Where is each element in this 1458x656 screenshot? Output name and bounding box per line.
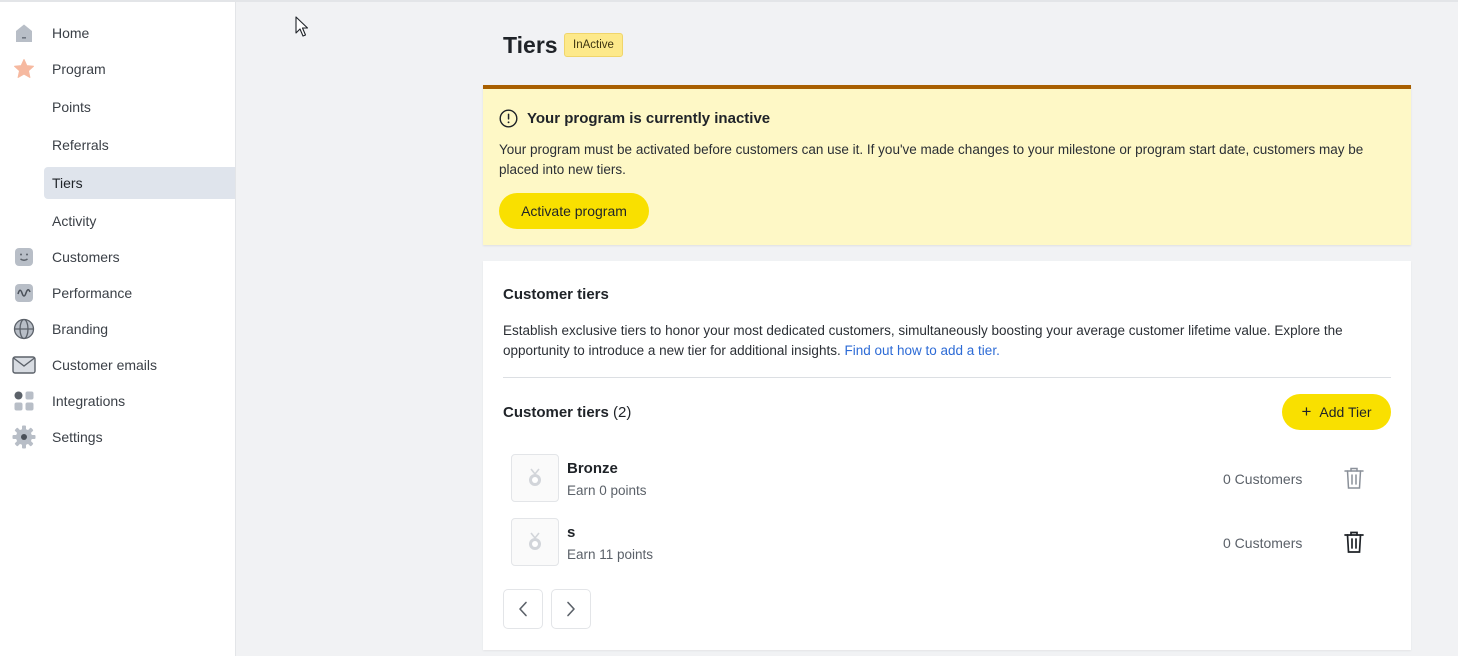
previous-page-button[interactable] <box>503 589 543 629</box>
activate-program-button[interactable]: Activate program <box>499 193 649 229</box>
add-tier-help-link[interactable]: Find out how to add a tier. <box>844 343 999 358</box>
add-tier-label: Add Tier <box>1319 404 1372 420</box>
trash-icon[interactable] <box>1343 530 1365 554</box>
star-icon <box>12 58 36 80</box>
chevron-left-icon <box>519 601 527 617</box>
warning-icon <box>499 109 518 128</box>
sidebar-item-home[interactable]: Home <box>0 17 236 49</box>
grid-icon <box>12 390 36 412</box>
chevron-right-icon <box>567 601 575 617</box>
sidebar-item-label: Customers <box>52 249 120 265</box>
mail-icon <box>12 354 36 376</box>
sidebar-item-branding[interactable]: Branding <box>0 313 236 345</box>
sidebar-item-label: Activity <box>52 213 97 229</box>
sidebar-item-program[interactable]: Program <box>0 53 236 85</box>
sidebar-item-tiers[interactable]: Tiers <box>44 167 235 199</box>
tiers-list-title: Customer tiers <box>503 404 609 421</box>
sidebar-item-label: Performance <box>52 285 133 301</box>
tier-customer-count: 0 Customers <box>1223 535 1303 551</box>
card-description: Establish exclusive tiers to honor your … <box>503 321 1393 361</box>
home-icon <box>12 22 36 44</box>
sidebar-item-label: Home <box>52 25 90 41</box>
sidebar-item-points[interactable]: Points <box>0 91 236 123</box>
sidebar-item-label: Points <box>52 99 91 115</box>
tiers-count: (2) <box>613 404 632 421</box>
sidebar-item-integrations[interactable]: Integrations <box>0 385 236 417</box>
sidebar-item-label: Customer emails <box>52 357 158 373</box>
sidebar-item-label: Settings <box>52 429 103 445</box>
medal-icon <box>529 532 541 550</box>
tier-image <box>511 518 559 566</box>
mouse-cursor-icon <box>295 16 309 37</box>
tier-row[interactable]: Bronze Earn 0 points 0 Customers <box>511 454 1371 502</box>
smile-icon <box>12 246 36 268</box>
sidebar-item-customer-emails[interactable]: Customer emails <box>0 349 236 381</box>
tiers-list-heading: Customer tiers (2) <box>503 404 631 421</box>
alert-title: Your program is currently inactive <box>527 110 771 127</box>
sidebar-item-activity[interactable]: Activity <box>0 205 236 237</box>
tier-points: Earn 0 points <box>567 483 647 498</box>
alert-body: Your program must be activated before cu… <box>499 142 1364 177</box>
sidebar-item-customers[interactable]: Customers <box>0 241 236 273</box>
tier-customer-count: 0 Customers <box>1223 471 1303 487</box>
trash-icon[interactable] <box>1343 466 1365 490</box>
gear-icon <box>12 425 36 449</box>
sidebar-item-label: Program <box>52 61 106 77</box>
divider <box>503 377 1391 378</box>
next-page-button[interactable] <box>551 589 591 629</box>
page-title: Tiers <box>503 32 558 58</box>
tier-image <box>511 454 559 502</box>
sidebar-item-label: Branding <box>52 321 109 337</box>
sidebar-item-settings[interactable]: Settings <box>0 421 236 453</box>
card-title: Customer tiers <box>503 286 609 303</box>
plus-icon: + <box>1301 402 1312 421</box>
tier-name: Bronze <box>567 460 618 477</box>
tier-row[interactable]: s Earn 11 points 0 Customers <box>511 518 1371 566</box>
sidebar-item-label: Referrals <box>52 137 109 153</box>
sidebar: Home Program Points Referrals Tiers Acti… <box>0 2 236 656</box>
status-badge: InActive <box>564 33 623 57</box>
sidebar-item-label: Tiers <box>52 175 83 191</box>
add-tier-button[interactable]: + Add Tier <box>1282 394 1391 430</box>
medal-icon <box>529 468 541 486</box>
sidebar-item-performance[interactable]: Performance <box>0 277 236 309</box>
customer-tiers-card: Customer tiers Establish exclusive tiers… <box>483 261 1411 650</box>
tier-name: s <box>567 524 576 541</box>
globe-icon <box>12 318 36 340</box>
sidebar-item-referrals[interactable]: Referrals <box>0 129 236 161</box>
tier-points: Earn 11 points <box>567 547 654 562</box>
inactive-alert: Your program is currently inactive Your … <box>483 85 1411 245</box>
sidebar-item-label: Integrations <box>52 393 126 409</box>
wave-icon <box>12 282 36 304</box>
